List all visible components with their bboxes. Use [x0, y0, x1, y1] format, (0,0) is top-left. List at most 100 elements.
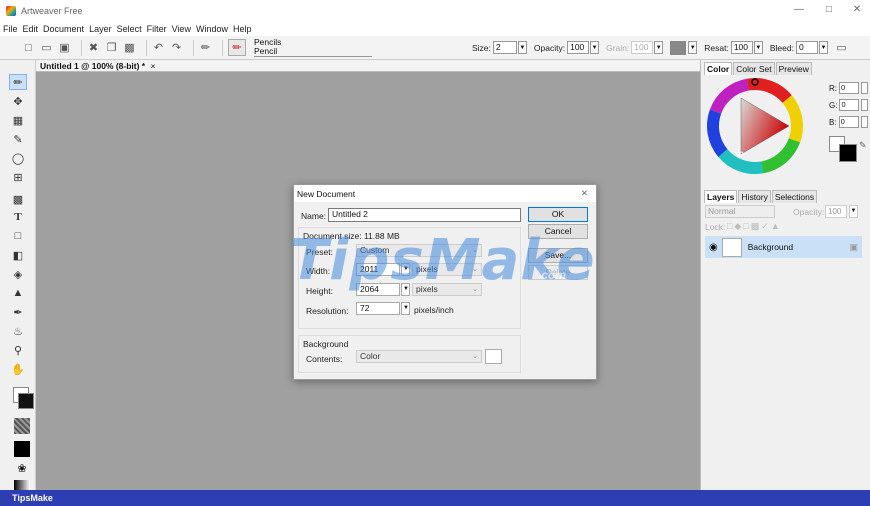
grain-input[interactable]: 100 — [631, 41, 654, 54]
menu-select[interactable]: Select — [117, 24, 142, 34]
new-document-icon[interactable]: □ — [22, 41, 35, 54]
green-input[interactable]: 0 — [839, 99, 860, 111]
title-bar: Artweaver Free — □ ✕ — [0, 0, 870, 22]
minimize-button[interactable]: — — [786, 4, 812, 15]
lasso-tool-icon[interactable]: ◯ — [9, 150, 27, 166]
bleed-input[interactable]: 0 — [795, 41, 818, 54]
menu-help[interactable]: Help — [233, 24, 252, 34]
name-label: Name: — [301, 211, 327, 221]
pencil-tool-icon[interactable]: ✏ — [199, 41, 212, 54]
crop-tool-icon[interactable]: ⊞ — [9, 169, 27, 185]
save-icon[interactable]: ▣ — [58, 41, 71, 54]
opacity-dropdown[interactable]: ▼ — [590, 41, 600, 54]
red-dropdown[interactable] — [861, 82, 868, 94]
blue-input[interactable]: 0 — [838, 116, 859, 128]
brush-preset-icon[interactable]: ❀ — [14, 462, 30, 476]
maximize-button[interactable]: □ — [816, 4, 842, 15]
menu-document[interactable]: Document — [43, 24, 84, 34]
layer-visibility-eye-icon[interactable]: ◉ — [709, 242, 718, 253]
undo-icon[interactable]: ↶ — [152, 41, 165, 54]
texture-preset-icon[interactable] — [14, 418, 30, 434]
menu-layer[interactable]: Layer — [89, 24, 112, 34]
menu-view[interactable]: View — [172, 24, 191, 34]
cut-icon[interactable]: ✖ — [87, 41, 100, 54]
size-label: Size: — [472, 42, 491, 53]
green-dropdown[interactable] — [861, 99, 869, 111]
move-tool-icon[interactable]: ✥ — [9, 93, 27, 109]
lock-label: Lock: — [705, 222, 726, 232]
background-color-swatch[interactable] — [485, 349, 502, 364]
dialog-close-icon[interactable]: ✕ — [581, 188, 588, 199]
tab-preview[interactable]: Preview — [775, 62, 812, 75]
name-input[interactable]: Untitled 2 — [328, 208, 521, 222]
resat-dropdown[interactable]: ▼ — [753, 41, 763, 54]
toolbar-divider — [146, 39, 147, 56]
chevron-down-icon: ⌄ — [472, 353, 478, 360]
blue-dropdown[interactable] — [860, 116, 868, 128]
redo-icon[interactable]: ↷ — [170, 41, 183, 54]
tab-history[interactable]: History — [738, 190, 771, 203]
tab-selections[interactable]: Selections — [771, 190, 818, 203]
text-tool-icon[interactable]: T — [9, 209, 27, 225]
gradient-tool-icon[interactable]: ◧ — [9, 247, 27, 263]
menu-filter[interactable]: Filter — [147, 24, 167, 34]
layer-opacity-dropdown[interactable]: ▼ — [849, 205, 858, 218]
eraser-tool-icon[interactable]: ◈ — [9, 266, 27, 282]
color-wheel[interactable] — [705, 76, 805, 176]
toolbar: □ ▭ ▣ ✖ ❐ ▩ ↶ ↷ ✏ ✏ Pencils Pencil Size:… — [0, 36, 870, 60]
brush-preset-icon[interactable]: ✏ — [228, 39, 246, 56]
pencil-tool-icon[interactable]: ✏ — [9, 74, 27, 90]
zoom-tool-icon[interactable]: ⚲ — [9, 342, 27, 358]
close-window-button[interactable]: ✕ — [844, 4, 870, 15]
resat-input[interactable]: 100 — [730, 41, 753, 54]
size-input[interactable]: 2 — [492, 41, 517, 54]
contents-select[interactable]: Color ⌄ — [356, 350, 482, 363]
pattern-preset-icon[interactable] — [14, 441, 30, 457]
color-panel-tabs: Color Color Set Preview — [704, 62, 813, 75]
red-input[interactable]: 0 — [839, 82, 859, 94]
texture-dropdown[interactable]: ▼ — [688, 41, 698, 54]
foreground-color-swatch[interactable] — [18, 393, 34, 409]
opacity-input[interactable]: 100 — [567, 41, 590, 54]
watermark-logo: TipsMake — [290, 228, 596, 293]
clone-tool-icon[interactable]: ▩ — [9, 191, 27, 207]
lock-options-icon[interactable]: □◆□▩✓▲ — [727, 221, 782, 232]
texture-swatch-icon[interactable] — [670, 40, 687, 55]
grain-dropdown[interactable]: ▼ — [654, 41, 664, 54]
paste-icon[interactable]: ▩ — [123, 41, 136, 54]
resolution-stepper[interactable]: ▼ — [401, 302, 410, 315]
rectangle-select-icon[interactable]: ▦ — [9, 112, 27, 128]
menu-edit[interactable]: Edit — [23, 24, 39, 34]
gradient-preset-icon[interactable] — [14, 480, 30, 490]
blend-mode-select[interactable]: Normal — [705, 205, 775, 218]
layer-row-background[interactable]: ◉ Background ▣ — [705, 236, 862, 258]
hand-tool-icon[interactable]: ✋ — [9, 361, 27, 377]
shape-tool-icon[interactable]: □ — [9, 228, 27, 244]
ok-button[interactable]: OK — [528, 207, 588, 222]
document-tab[interactable]: Untitled 1 @ 100% (8-bit) * × — [36, 60, 700, 72]
contents-value: Color — [360, 351, 381, 361]
tab-color[interactable]: Color — [704, 62, 733, 75]
resolution-label: Resolution: — [306, 306, 349, 316]
primary-color-swatch[interactable] — [839, 144, 857, 162]
eyedropper-icon[interactable]: ✎ — [859, 140, 867, 151]
layer-opacity-input[interactable]: 100 — [825, 205, 847, 218]
toolbar-divider — [193, 39, 194, 56]
copy-icon[interactable]: ❐ — [105, 41, 118, 54]
tab-color-set[interactable]: Color Set — [733, 62, 775, 75]
open-folder-icon[interactable]: ▭ — [40, 41, 53, 54]
tab-layers[interactable]: Layers — [704, 190, 738, 203]
stamp-tool-icon[interactable]: ▲ — [9, 285, 27, 301]
tablet-settings-icon[interactable]: ▭ — [835, 41, 848, 54]
menu-file[interactable]: File — [3, 24, 18, 34]
bleed-dropdown[interactable]: ▼ — [818, 41, 828, 54]
brush-selector[interactable]: Pencils Pencil — [254, 38, 372, 57]
fill-tool-icon[interactable]: ♨ — [9, 323, 27, 339]
menu-window[interactable]: Window — [196, 24, 228, 34]
brush-tool-icon[interactable]: ✎ — [9, 131, 27, 147]
size-dropdown[interactable]: ▼ — [517, 41, 527, 54]
resolution-input[interactable]: 72 — [356, 302, 400, 315]
close-tab-icon[interactable]: × — [150, 61, 155, 71]
layer-thumbnail — [721, 237, 742, 257]
eyedropper-tool-icon[interactable]: ✒ — [9, 304, 27, 320]
